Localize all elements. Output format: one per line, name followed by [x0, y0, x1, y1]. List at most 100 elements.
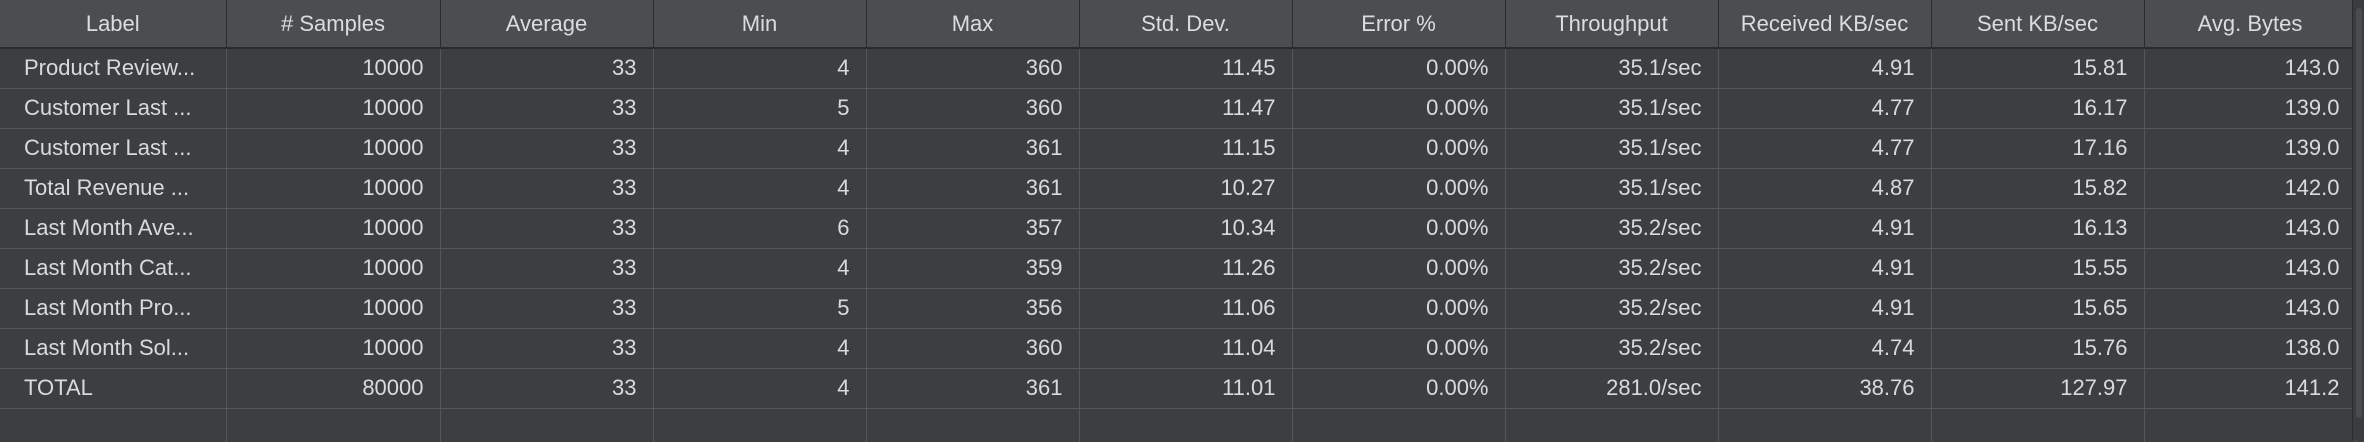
cell-error-percent[interactable]: 0.00% [1292, 208, 1506, 249]
cell-avg-bytes[interactable]: 141.2 [2144, 368, 2357, 409]
cell-received-kb-sec[interactable]: 4.87 [1718, 168, 1932, 209]
cell-sent-kb-sec[interactable]: 127.97 [1931, 368, 2145, 409]
total-row[interactable]: TOTAL 80000 33 4 361 11.01 0.00% 281.0/sec 38.76… [0, 368, 2357, 409]
cell-std-dev[interactable]: 11.01 [1079, 368, 1293, 409]
cell-avg-bytes[interactable]: 142.0 [2144, 168, 2357, 209]
cell-received-kb-sec[interactable]: 4.91 [1718, 48, 1932, 89]
cell-throughput[interactable]: 35.2/sec [1505, 208, 1719, 249]
table-row[interactable]: Last Month Ave... 10000 33 6 357 10.34 0.00% 35… [0, 208, 2357, 249]
cell-sent-kb-sec[interactable]: 15.55 [1931, 248, 2145, 289]
cell-average[interactable]: 33 [440, 128, 654, 169]
cell-min[interactable]: 4 [653, 48, 867, 89]
table-row[interactable]: Total Revenue ... 10000 33 4 361 10.27 0.00% 35… [0, 168, 2357, 209]
cell-average[interactable]: 33 [440, 248, 654, 289]
column-header-samples[interactable]: # Samples [226, 0, 441, 49]
cell-min[interactable]: 4 [653, 248, 867, 289]
cell-received-kb-sec[interactable]: 4.91 [1718, 248, 1932, 289]
cell-error-percent[interactable]: 0.00% [1292, 48, 1506, 89]
cell-sent-kb-sec[interactable]: 15.65 [1931, 288, 2145, 329]
cell-throughput[interactable]: 35.2/sec [1505, 248, 1719, 289]
table-row[interactable]: Last Month Cat... 10000 33 4 359 11.26 0.00% 35… [0, 248, 2357, 289]
cell-label[interactable]: Last Month Sol... [0, 328, 227, 369]
cell-throughput[interactable]: 35.1/sec [1505, 128, 1719, 169]
cell-received-kb-sec[interactable]: 4.74 [1718, 328, 1932, 369]
cell-average[interactable]: 33 [440, 288, 654, 329]
cell-error-percent[interactable]: 0.00% [1292, 168, 1506, 209]
cell-throughput[interactable]: 35.1/sec [1505, 48, 1719, 89]
cell-avg-bytes[interactable]: 139.0 [2144, 88, 2357, 129]
cell-average[interactable]: 33 [440, 88, 654, 129]
cell-max[interactable]: 360 [866, 48, 1080, 89]
cell-error-percent[interactable]: 0.00% [1292, 288, 1506, 329]
cell-average[interactable]: 33 [440, 328, 654, 369]
cell-min[interactable]: 5 [653, 288, 867, 329]
column-header-min[interactable]: Min [653, 0, 867, 49]
column-header-avg-bytes[interactable]: Avg. Bytes [2144, 0, 2357, 49]
cell-min[interactable]: 4 [653, 168, 867, 209]
cell-std-dev[interactable]: 11.26 [1079, 248, 1293, 289]
cell-throughput[interactable]: 35.1/sec [1505, 88, 1719, 129]
cell-std-dev[interactable]: 10.34 [1079, 208, 1293, 249]
cell-error-percent[interactable]: 0.00% [1292, 328, 1506, 369]
cell-label[interactable]: Customer Last ... [0, 128, 227, 169]
cell-samples[interactable]: 10000 [226, 248, 441, 289]
cell-label[interactable]: Total Revenue ... [0, 168, 227, 209]
cell-sent-kb-sec[interactable]: 15.82 [1931, 168, 2145, 209]
cell-label[interactable]: Last Month Ave... [0, 208, 227, 249]
cell-samples[interactable]: 10000 [226, 128, 441, 169]
table-row[interactable]: Last Month Sol... 10000 33 4 360 11.04 0.00% 35… [0, 328, 2357, 369]
cell-samples[interactable]: 10000 [226, 288, 441, 329]
cell-received-kb-sec[interactable]: 4.77 [1718, 128, 1932, 169]
cell-min[interactable]: 6 [653, 208, 867, 249]
cell-error-percent[interactable]: 0.00% [1292, 88, 1506, 129]
cell-received-kb-sec[interactable]: 4.91 [1718, 288, 1932, 329]
cell-max[interactable]: 361 [866, 128, 1080, 169]
cell-std-dev[interactable]: 10.27 [1079, 168, 1293, 209]
cell-received-kb-sec[interactable]: 4.77 [1718, 88, 1932, 129]
cell-error-percent[interactable]: 0.00% [1292, 248, 1506, 289]
cell-max[interactable]: 360 [866, 88, 1080, 129]
cell-avg-bytes[interactable]: 143.0 [2144, 288, 2357, 329]
cell-label[interactable]: Product Review... [0, 48, 227, 89]
cell-max[interactable]: 356 [866, 288, 1080, 329]
cell-sent-kb-sec[interactable]: 16.17 [1931, 88, 2145, 129]
cell-sent-kb-sec[interactable]: 17.16 [1931, 128, 2145, 169]
cell-average[interactable]: 33 [440, 48, 654, 89]
scrollbar-thumb[interactable] [2356, 8, 2362, 418]
cell-avg-bytes[interactable]: 143.0 [2144, 248, 2357, 289]
cell-samples[interactable]: 10000 [226, 88, 441, 129]
cell-sent-kb-sec[interactable]: 15.81 [1931, 48, 2145, 89]
cell-received-kb-sec[interactable]: 4.91 [1718, 208, 1932, 249]
cell-min[interactable]: 4 [653, 128, 867, 169]
cell-throughput[interactable]: 35.2/sec [1505, 328, 1719, 369]
cell-label[interactable]: Last Month Cat... [0, 248, 227, 289]
table-row[interactable]: Product Review... 10000 33 4 360 11.45 0.00% 35… [0, 48, 2357, 89]
column-header-throughput[interactable]: Throughput [1505, 0, 1719, 49]
cell-label[interactable]: TOTAL [0, 368, 227, 409]
cell-error-percent[interactable]: 0.00% [1292, 128, 1506, 169]
cell-throughput[interactable]: 281.0/sec [1505, 368, 1719, 409]
vertical-scrollbar[interactable] [2352, 0, 2364, 440]
cell-avg-bytes[interactable]: 139.0 [2144, 128, 2357, 169]
cell-max[interactable]: 359 [866, 248, 1080, 289]
cell-avg-bytes[interactable]: 143.0 [2144, 48, 2357, 89]
cell-samples[interactable]: 10000 [226, 48, 441, 89]
cell-sent-kb-sec[interactable]: 16.13 [1931, 208, 2145, 249]
cell-received-kb-sec[interactable]: 38.76 [1718, 368, 1932, 409]
cell-max[interactable]: 361 [866, 168, 1080, 209]
cell-label[interactable]: Customer Last ... [0, 88, 227, 129]
cell-samples[interactable]: 10000 [226, 168, 441, 209]
cell-label[interactable]: Last Month Pro... [0, 288, 227, 329]
table-row[interactable]: Customer Last ... 10000 33 5 360 11.47 0.00% 35… [0, 88, 2357, 129]
cell-samples[interactable]: 10000 [226, 208, 441, 249]
column-header-sent-kb-sec[interactable]: Sent KB/sec [1931, 0, 2145, 49]
cell-sent-kb-sec[interactable]: 15.76 [1931, 328, 2145, 369]
column-header-received-kb-sec[interactable]: Received KB/sec [1718, 0, 1932, 49]
cell-min[interactable]: 4 [653, 368, 867, 409]
cell-min[interactable]: 4 [653, 328, 867, 369]
cell-std-dev[interactable]: 11.06 [1079, 288, 1293, 329]
cell-max[interactable]: 361 [866, 368, 1080, 409]
cell-average[interactable]: 33 [440, 168, 654, 209]
column-header-std-dev[interactable]: Std. Dev. [1079, 0, 1293, 49]
cell-std-dev[interactable]: 11.04 [1079, 328, 1293, 369]
